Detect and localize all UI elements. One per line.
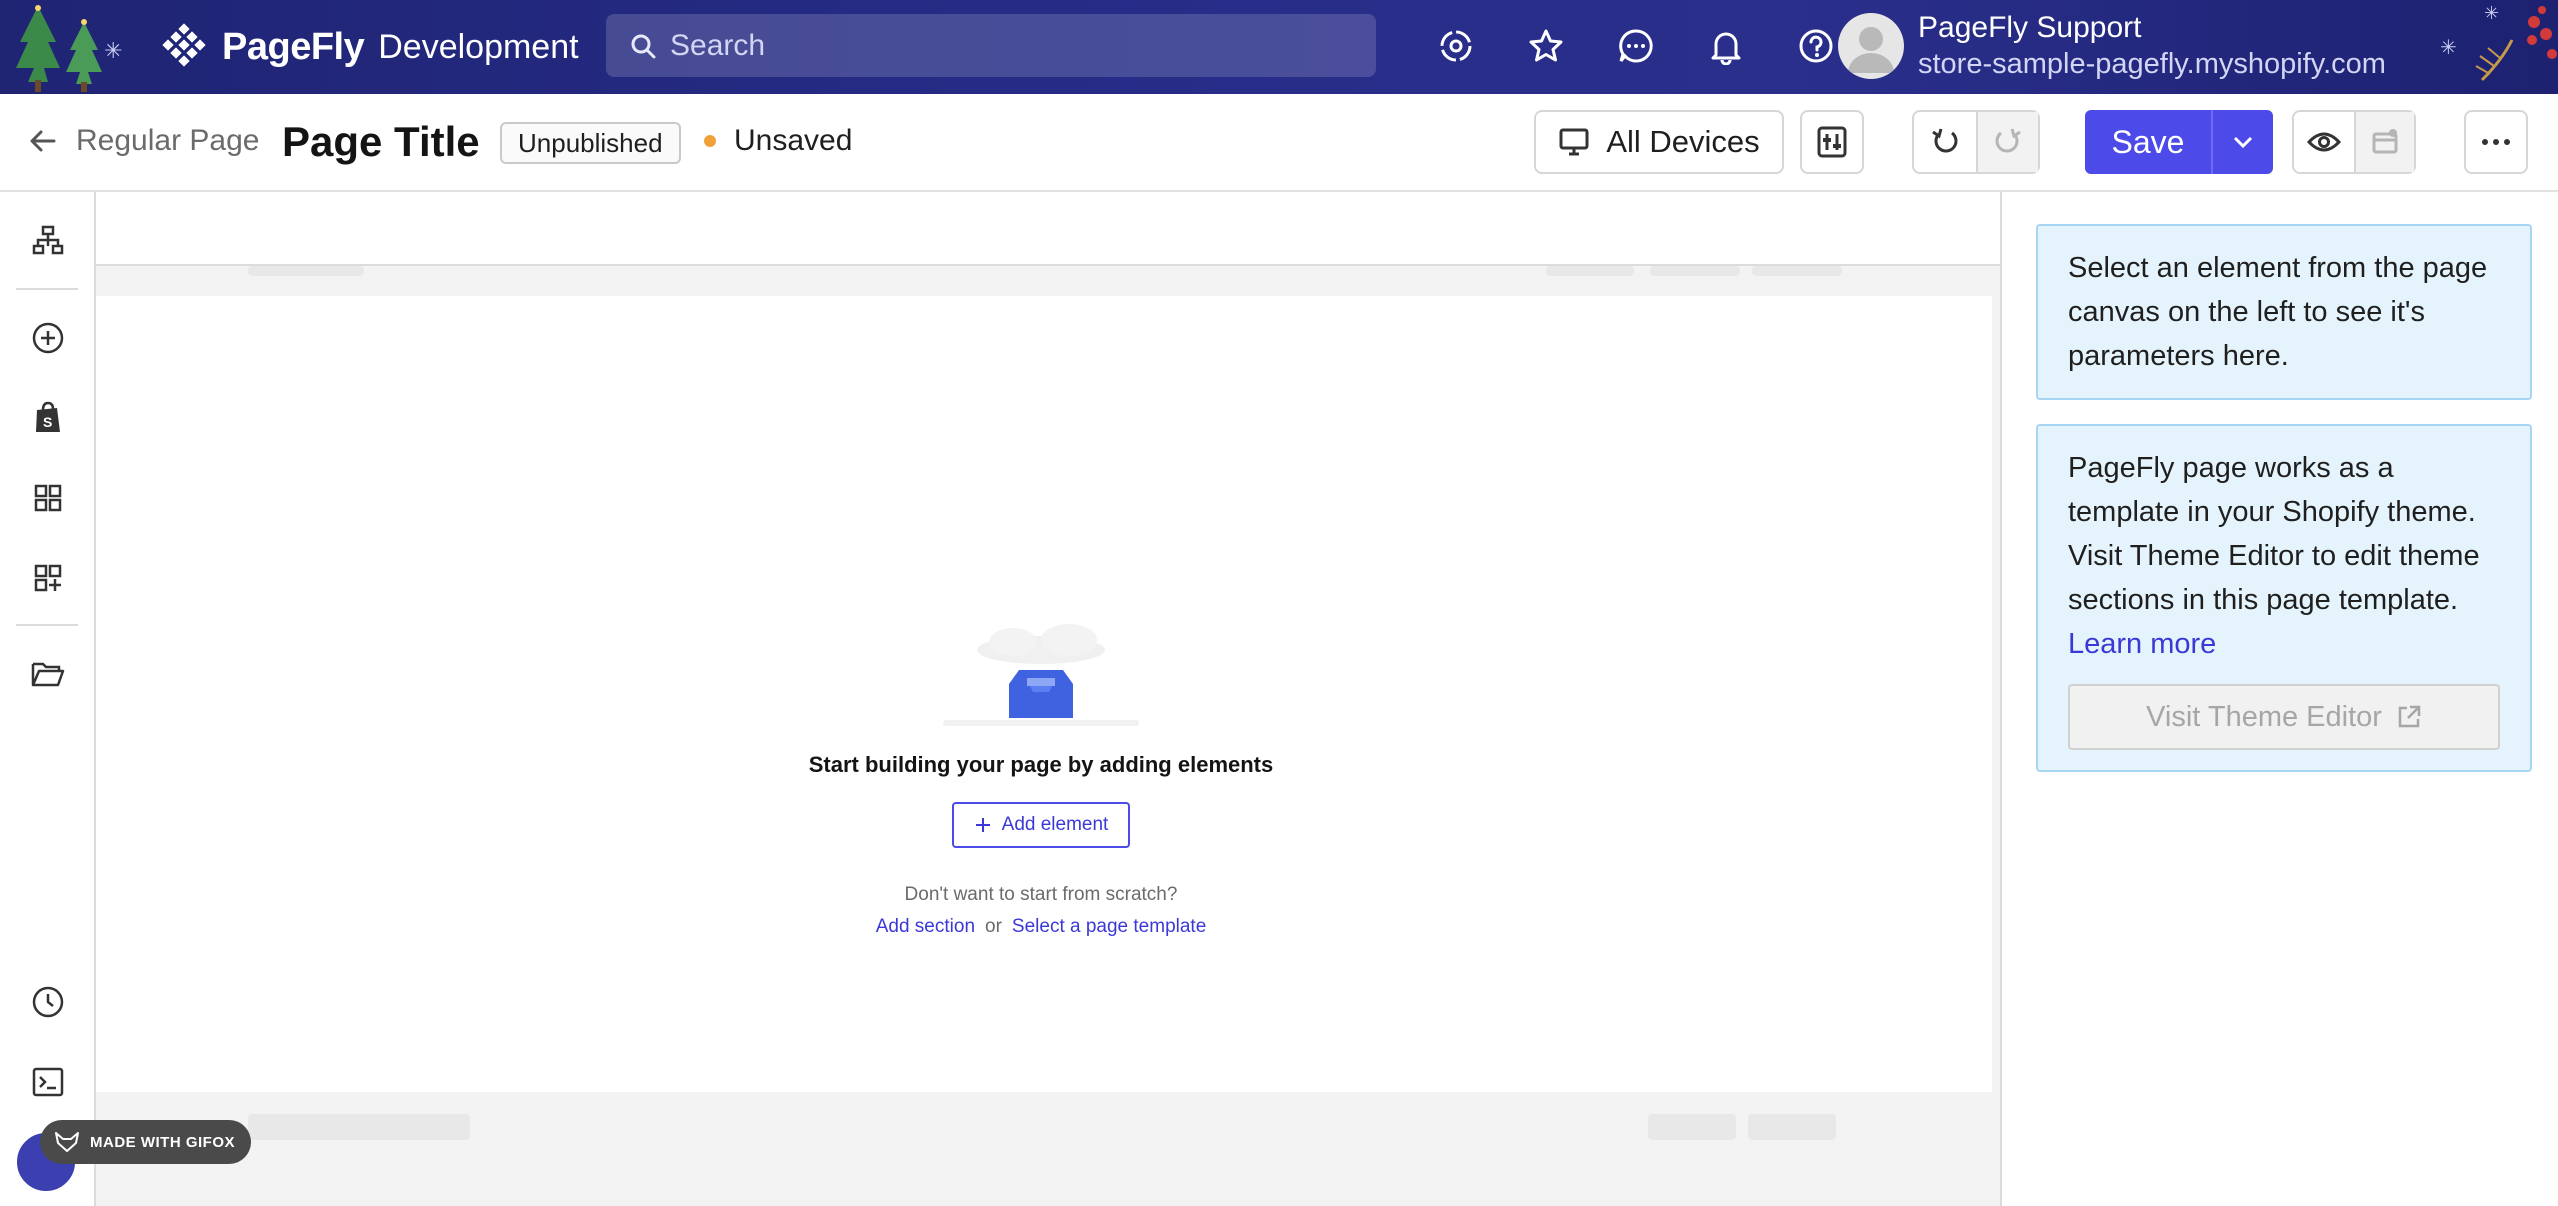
placeholder-bar bbox=[1648, 1114, 1736, 1140]
star-icon[interactable] bbox=[1522, 22, 1570, 70]
select-hint-card: Select an element from the page canvas o… bbox=[2036, 224, 2532, 400]
select-template-link[interactable]: Select a page template bbox=[1012, 916, 1206, 938]
search-icon bbox=[631, 34, 656, 58]
help-icon[interactable] bbox=[1792, 22, 1840, 70]
brand-name: PageFly bbox=[222, 25, 365, 68]
left-sidebar: S bbox=[0, 192, 96, 1206]
visit-theme-editor-button[interactable]: Visit Theme Editor bbox=[2068, 684, 2500, 750]
add-section-link[interactable]: Add section bbox=[876, 916, 975, 938]
brand[interactable]: PageFly Development bbox=[160, 22, 579, 72]
chevron-down-icon bbox=[2233, 136, 2253, 149]
add-element-button[interactable]: Add element bbox=[951, 802, 1131, 848]
select-hint-text: Select an element from the page canvas o… bbox=[2068, 252, 2488, 372]
user-name: PageFly Support bbox=[1918, 11, 2142, 44]
or-text: or bbox=[985, 916, 1002, 937]
terminal-icon[interactable] bbox=[24, 1058, 72, 1106]
publish-settings-button[interactable] bbox=[2354, 112, 2414, 172]
page-canvas[interactable]: Start building your page by adding eleme… bbox=[96, 192, 2000, 1206]
save-state-label: Unsaved bbox=[734, 124, 853, 157]
history-icon[interactable] bbox=[24, 978, 72, 1026]
add-block-icon[interactable] bbox=[24, 554, 72, 602]
unsaved-dot-icon bbox=[704, 135, 716, 147]
user-menu[interactable]: PageFly Support store-sample-pagefly.mys… bbox=[1838, 10, 2386, 82]
back-label: Regular Page bbox=[76, 124, 260, 157]
chat-icon[interactable] bbox=[1612, 22, 1660, 70]
devices-button[interactable]: All Devices bbox=[1534, 110, 1784, 174]
sliders-icon bbox=[1817, 126, 1847, 158]
placeholder-bar bbox=[248, 266, 364, 276]
preview-group bbox=[2292, 110, 2416, 174]
divider bbox=[16, 624, 78, 626]
undo-icon bbox=[1932, 128, 1958, 153]
desktop-icon bbox=[1559, 128, 1589, 156]
placeholder-bar bbox=[1546, 266, 1634, 276]
empty-state: Start building your page by adding eleme… bbox=[96, 614, 1986, 938]
publish-icon bbox=[2372, 129, 2398, 154]
scratch-text: Don't want to start from scratch? bbox=[904, 884, 1178, 905]
store-domain: store-sample-pagefly.myshopify.com bbox=[1918, 48, 2386, 80]
external-link-icon bbox=[2398, 705, 2421, 728]
visit-theme-editor-label: Visit Theme Editor bbox=[2146, 701, 2382, 733]
divider bbox=[16, 288, 78, 290]
undo-redo-group bbox=[1912, 110, 2040, 174]
status-badge: Unpublished bbox=[500, 122, 681, 164]
brand-environment: Development bbox=[378, 27, 579, 66]
page-settings-button[interactable] bbox=[1800, 110, 1864, 174]
theme-info-card: PageFly page works as a template in your… bbox=[2036, 424, 2532, 772]
placeholder-bar bbox=[1650, 266, 1740, 276]
page-title[interactable]: Page Title bbox=[282, 114, 480, 170]
plus-icon bbox=[975, 818, 990, 832]
eye-icon bbox=[2307, 132, 2341, 152]
back-button[interactable]: Regular Page bbox=[28, 124, 259, 158]
undo-button[interactable] bbox=[1914, 112, 1976, 172]
theme-info-text: PageFly page works as a template in your… bbox=[2068, 452, 2480, 616]
learn-more-link[interactable]: Learn more bbox=[2068, 628, 2216, 660]
svg-text:S: S bbox=[43, 414, 52, 430]
snowflake-icon: ✳ bbox=[104, 38, 123, 63]
empty-page: Start building your page by adding eleme… bbox=[96, 296, 1992, 1092]
search-input[interactable] bbox=[670, 28, 1350, 63]
holly-berries-icon bbox=[2475, 6, 2557, 82]
integrations-icon[interactable] bbox=[1432, 22, 1480, 70]
redo-icon bbox=[1995, 128, 2021, 153]
more-horizontal-icon bbox=[2482, 139, 2510, 145]
save-group: Save bbox=[2085, 110, 2273, 174]
snowflake-icon: ✳ bbox=[2440, 37, 2457, 59]
editor-toolbar: Regular Page Page Title Unpublished Unsa… bbox=[0, 94, 2558, 192]
christmas-tree-icon bbox=[16, 5, 102, 92]
top-bar: ✳ ✳ ✳ PageFly Development Search PageFly… bbox=[0, 0, 2558, 94]
gifox-watermark: MADE WITH GIFOX bbox=[40, 1120, 251, 1164]
properties-panel: Select an element from the page canvas o… bbox=[2000, 192, 2558, 1206]
preview-button[interactable] bbox=[2294, 112, 2354, 172]
pagefly-logo-icon bbox=[162, 23, 206, 67]
grid-icon[interactable] bbox=[24, 474, 72, 522]
shopify-icon[interactable]: S bbox=[24, 394, 72, 442]
save-options-button[interactable] bbox=[2211, 110, 2273, 174]
search-bar[interactable] bbox=[606, 14, 1376, 77]
fox-icon bbox=[55, 1132, 79, 1152]
layers-icon[interactable] bbox=[24, 216, 72, 264]
arrow-left-icon bbox=[30, 130, 56, 152]
redo-button[interactable] bbox=[1976, 112, 2038, 172]
canvas-header-strip bbox=[96, 192, 2000, 266]
add-element-label: Add element bbox=[1001, 814, 1109, 835]
save-state: Unsaved bbox=[704, 124, 852, 158]
devices-label: All Devices bbox=[1606, 124, 1760, 159]
placeholder-bar bbox=[1748, 1114, 1836, 1140]
placeholder-bar bbox=[1752, 266, 1842, 276]
gifox-label: MADE WITH GIFOX bbox=[90, 1133, 235, 1151]
save-button[interactable]: Save bbox=[2085, 110, 2211, 174]
avatar bbox=[1838, 13, 1904, 79]
placeholder-bar bbox=[248, 1114, 470, 1140]
folder-icon[interactable] bbox=[24, 650, 72, 698]
empty-state-title: Start building your page by adding eleme… bbox=[808, 752, 1274, 777]
add-icon[interactable] bbox=[24, 314, 72, 362]
more-button[interactable] bbox=[2464, 110, 2528, 174]
empty-box-icon bbox=[943, 624, 1139, 726]
bell-icon[interactable] bbox=[1702, 22, 1750, 70]
